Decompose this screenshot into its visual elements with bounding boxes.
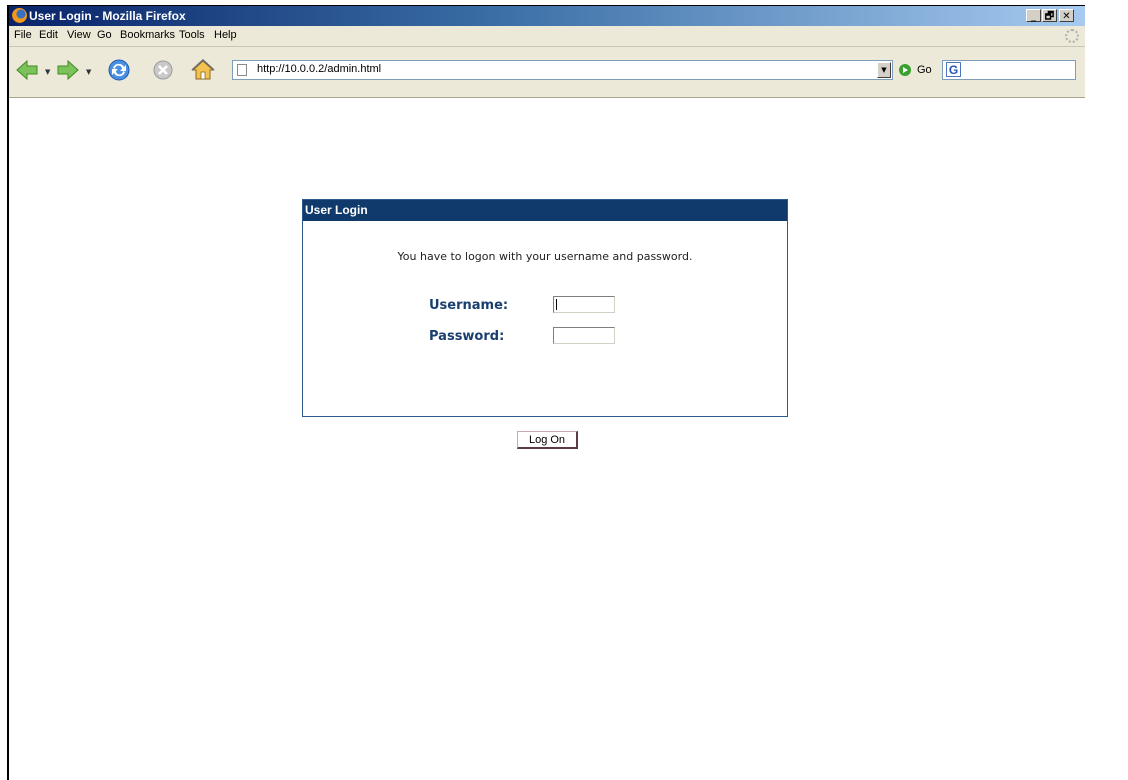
url-text[interactable]: http://10.0.0.2/admin.html: [257, 63, 381, 75]
home-icon[interactable]: [191, 58, 215, 82]
username-label: Username:: [429, 298, 509, 313]
stop-icon[interactable]: [151, 58, 175, 82]
menu-file[interactable]: File: [14, 29, 32, 41]
menu-tools[interactable]: Tools: [179, 29, 205, 41]
url-history-dropdown-icon[interactable]: ▼: [877, 62, 891, 78]
forward-icon[interactable]: [56, 58, 80, 82]
menu-help[interactable]: Help: [214, 29, 237, 41]
maximize-button[interactable]: 🗗: [1042, 9, 1057, 22]
log-on-button[interactable]: Log On: [517, 431, 578, 449]
back-icon[interactable]: [15, 58, 39, 82]
password-field[interactable]: [553, 327, 615, 344]
window-title: User Login - Mozilla Firefox: [29, 9, 186, 23]
menu-bar: File Edit View Go Bookmarks Tools Help: [9, 26, 1085, 47]
throbber-icon: [1065, 29, 1079, 43]
page-content: User Login You have to logon with your u…: [9, 98, 1085, 780]
username-field[interactable]: [553, 296, 615, 313]
login-panel: User Login You have to logon with your u…: [302, 199, 788, 417]
page-icon: [237, 64, 247, 76]
password-label: Password:: [429, 329, 505, 344]
minimize-button[interactable]: _: [1026, 9, 1041, 22]
close-button[interactable]: ✕: [1059, 9, 1074, 22]
back-dropdown-icon[interactable]: ▼: [45, 68, 50, 76]
google-search-icon[interactable]: G: [946, 62, 961, 77]
menu-bookmarks[interactable]: Bookmarks: [120, 29, 175, 41]
browser-window: User Login - Mozilla Firefox _ 🗗 ✕ File …: [7, 5, 1085, 780]
menu-edit[interactable]: Edit: [39, 29, 58, 41]
go-button[interactable]: Go: [917, 64, 932, 76]
login-instructions: You have to logon with your username and…: [397, 250, 693, 263]
firefox-logo-icon: [12, 8, 27, 23]
menu-go[interactable]: Go: [97, 29, 112, 41]
menu-view[interactable]: View: [67, 29, 91, 41]
title-bar: User Login - Mozilla Firefox _ 🗗 ✕: [9, 6, 1085, 26]
text-caret: [556, 299, 557, 310]
forward-dropdown-icon[interactable]: ▼: [86, 68, 91, 76]
navigation-toolbar: ▼ ▼ http://10.0.0.2/admin.html ▼ Go G: [9, 47, 1085, 98]
search-bar[interactable]: G: [942, 60, 1076, 80]
reload-icon[interactable]: [107, 58, 131, 82]
login-panel-title: User Login: [303, 200, 787, 221]
go-icon[interactable]: [899, 64, 911, 76]
url-bar[interactable]: http://10.0.0.2/admin.html ▼: [232, 60, 893, 80]
